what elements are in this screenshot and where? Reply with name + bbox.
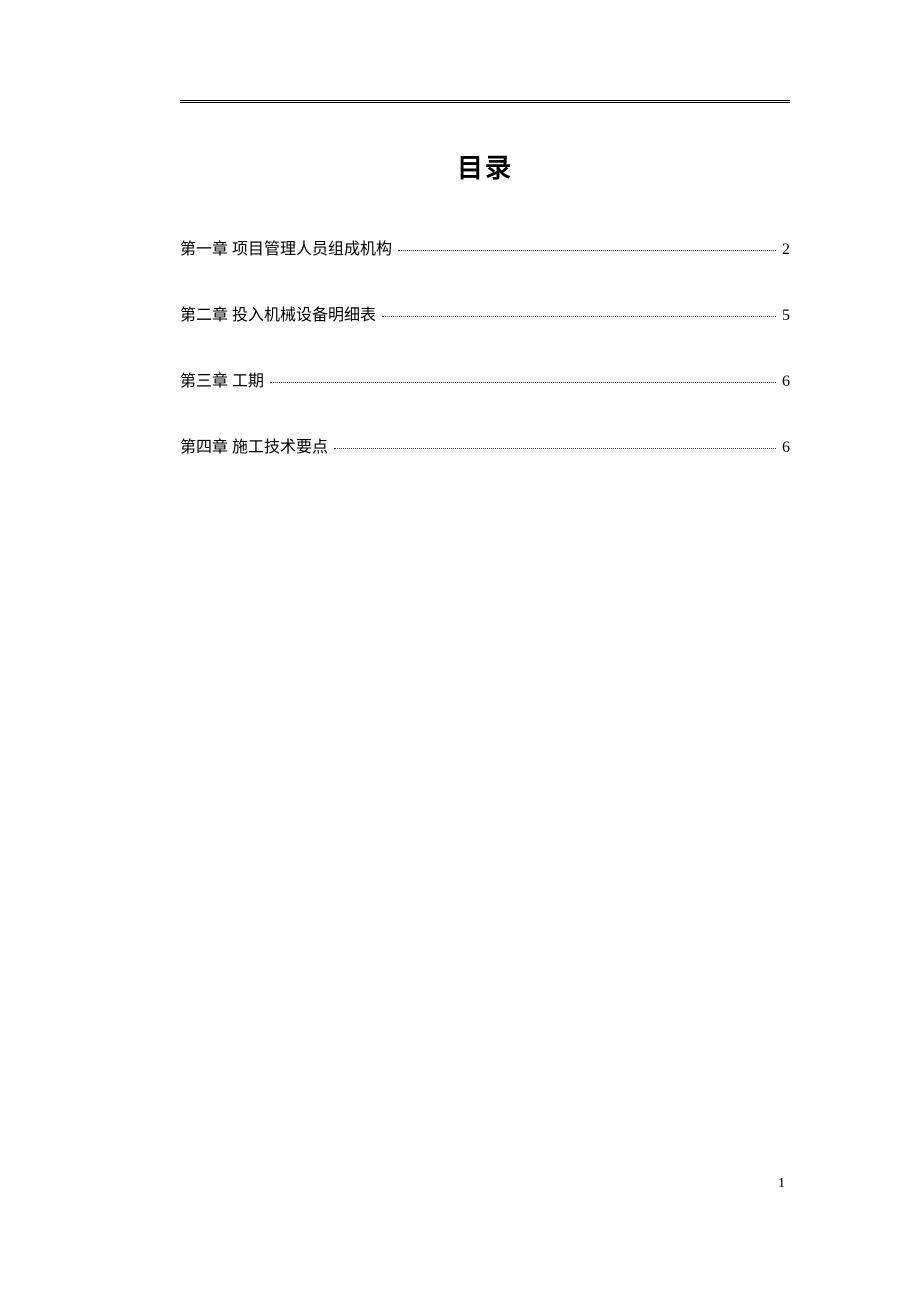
- header-rule: [180, 100, 790, 103]
- toc-entry: 第一章 项目管理人员组成机构 2: [180, 235, 790, 259]
- toc-leader-dots: [334, 448, 776, 449]
- toc-entry-label: 第一章 项目管理人员组成机构: [180, 235, 392, 259]
- toc-entry: 第二章 投入机械设备明细表 5: [180, 301, 790, 325]
- toc-title: 目录: [180, 148, 790, 185]
- table-of-contents: 第一章 项目管理人员组成机构 2 第二章 投入机械设备明细表 5 第三章 工期 …: [180, 235, 790, 457]
- toc-entry: 第四章 施工技术要点 6: [180, 433, 790, 457]
- document-page: 目录 第一章 项目管理人员组成机构 2 第二章 投入机械设备明细表 5 第三章 …: [0, 0, 920, 1302]
- page-number: 1: [778, 1176, 785, 1192]
- toc-leader-dots: [270, 382, 776, 383]
- toc-entry: 第三章 工期 6: [180, 367, 790, 391]
- toc-entry-page: 6: [780, 373, 790, 391]
- toc-entry-page: 5: [780, 307, 790, 325]
- toc-entry-page: 6: [780, 439, 790, 457]
- toc-entry-label: 第四章 施工技术要点: [180, 433, 328, 457]
- toc-leader-dots: [398, 250, 776, 251]
- toc-leader-dots: [382, 316, 776, 317]
- toc-entry-label: 第三章 工期: [180, 367, 264, 391]
- toc-entry-page: 2: [780, 241, 790, 259]
- toc-entry-label: 第二章 投入机械设备明细表: [180, 301, 376, 325]
